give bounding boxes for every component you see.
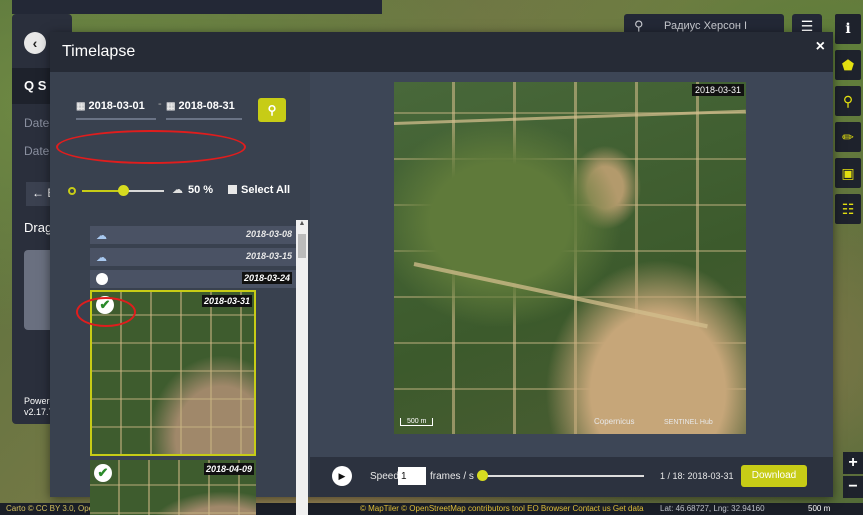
playback-controls: ▶ Speed frames / s 1 / 18: 2018-03-31 Do…	[310, 457, 833, 497]
date-separator: -	[158, 98, 162, 110]
timelapse-settings-column: ▦ 2018-03-01 - ▦ 2018-08-31 ⚲ ☁ 50 % Selec…	[50, 72, 310, 515]
list-item-date: 2018-03-15	[245, 251, 292, 261]
list-scrollbar[interactable]: ▲ ▼	[296, 220, 308, 515]
preview-area: 2018-03-31 500 m Copernicus SENTINEL Hub	[310, 72, 833, 457]
cloud-slider-handle[interactable]	[118, 185, 129, 196]
attribution-links[interactable]: © MapTiler © OpenStreetMap contributors …	[360, 504, 644, 513]
cloud-percentage: 50 %	[188, 184, 214, 196]
calendar-icon: ▦	[76, 101, 86, 112]
image-list: ☁ 2018-03-08 ☁ 2018-03-15 2018-03-24 ✔ 2…	[90, 226, 296, 515]
preview-date: 2018-03-31	[691, 84, 744, 96]
date-to-input[interactable]: ▦ 2018-08-31	[166, 94, 242, 120]
date-from-input[interactable]: ▦ 2018-03-01	[76, 94, 156, 120]
info-icon[interactable]: i	[835, 14, 861, 44]
frame-slider-handle[interactable]	[477, 470, 488, 481]
search-icon: ⚲	[267, 103, 277, 117]
frame-slider-track[interactable]	[480, 475, 644, 477]
pentagon-icon[interactable]: ⬟	[835, 50, 861, 80]
sun-icon	[96, 273, 108, 285]
collapse-panel-button[interactable]: ‹	[24, 32, 46, 54]
play-icon[interactable]: ▶	[332, 466, 352, 486]
timelapse-preview-image: 2018-03-31 500 m Copernicus SENTINEL Hub	[394, 82, 746, 434]
road-line	[413, 262, 708, 329]
coordinates-readout: Lat: 46.68727, Lng: 32.94160	[660, 504, 765, 513]
drag-label: Drag	[24, 220, 53, 235]
cloud-slider-fill	[82, 190, 123, 192]
cloud-icon: ☁	[96, 252, 107, 264]
select-all-label: Select All	[241, 184, 291, 196]
timelapse-modal: Timelapse × ▦ 2018-03-01 - ▦ 2018-08-31 ⚲ …	[50, 32, 833, 515]
date-from-value: 2018-03-01	[88, 100, 145, 112]
zoom-out-button[interactable]: −	[843, 476, 863, 498]
cloud-icon: ☁	[96, 230, 107, 242]
annotation-circle-dates	[56, 130, 246, 164]
download-button[interactable]: Download	[741, 465, 807, 487]
app-header-bar	[12, 0, 382, 14]
list-item[interactable]: ☁ 2018-03-08	[90, 226, 296, 244]
list-item-date: 2018-03-24	[241, 272, 292, 284]
annotation-circle-checkbox	[76, 297, 136, 327]
list-item-date: 2018-03-08	[245, 229, 292, 239]
search-tab-label: Q S	[24, 78, 47, 93]
modal-title: Timelapse	[62, 43, 136, 60]
location-search-text: Радиус Херсон I	[664, 20, 748, 32]
select-all-checkbox[interactable]: Select All	[228, 184, 290, 196]
scrollbar-thumb[interactable]	[298, 234, 306, 258]
sentinel-hub-logo: SENTINEL Hub	[664, 419, 713, 426]
checkmark-icon[interactable]: ✔	[94, 464, 112, 482]
close-icon[interactable]: ×	[816, 38, 825, 56]
film-icon[interactable]: ☷	[835, 194, 861, 224]
speed-input[interactable]	[398, 467, 426, 485]
scroll-up-icon[interactable]: ▲	[296, 220, 308, 230]
thumbnail-date: 2018-03-31	[201, 295, 252, 307]
cloud-coverage-filter: ☁ 50 % Select All	[68, 180, 308, 200]
date-label-2: Date	[24, 144, 50, 158]
date-label-1: Date	[24, 116, 50, 130]
search-dates-button[interactable]: ⚲	[258, 98, 286, 122]
ruler-icon[interactable]: ✏	[835, 122, 861, 152]
pin-icon[interactable]: ⚲	[835, 86, 861, 116]
preview-scale: 500 m	[400, 418, 434, 426]
image-thumbnail[interactable]: ✔ 2018-04-09	[90, 460, 256, 515]
thumbnail-date: 2018-04-09	[203, 463, 254, 475]
calendar-icon: ▦	[166, 101, 176, 112]
slider-min-icon	[68, 187, 76, 195]
map-scale: 500 m	[808, 504, 831, 513]
right-toolbar: i ⬟ ⚲ ✏ ▣ ☷	[835, 14, 861, 230]
date-to-value: 2018-08-31	[178, 100, 235, 112]
date-range: ▦ 2018-03-01 - ▦ 2018-08-31	[64, 94, 244, 120]
list-item[interactable]: ☁ 2018-03-15	[90, 248, 296, 266]
copernicus-logo: Copernicus	[594, 417, 635, 426]
cloud-icon: ☁	[172, 184, 183, 196]
checkbox-icon	[228, 185, 237, 194]
road-line	[394, 109, 746, 125]
modal-header: Timelapse ×	[50, 32, 833, 72]
speed-label: Speed	[370, 471, 399, 482]
frame-counter: 1 / 18: 2018-03-31	[660, 471, 734, 481]
frames-per-second-label: frames / s	[430, 471, 474, 482]
image-icon[interactable]: ▣	[835, 158, 861, 188]
zoom-in-button[interactable]: +	[843, 452, 863, 474]
list-item[interactable]: 2018-03-24	[90, 270, 296, 288]
